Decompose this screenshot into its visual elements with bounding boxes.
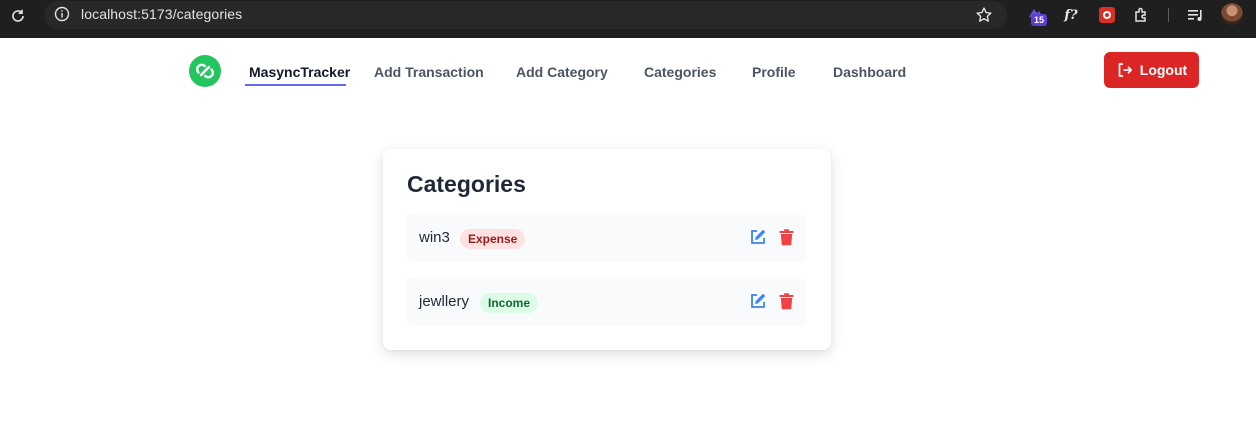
media-queue-icon[interactable] xyxy=(1185,4,1207,26)
page-title: Categories xyxy=(407,171,526,197)
url-text[interactable]: localhost:5173/categories xyxy=(81,6,242,22)
active-nav-underline xyxy=(245,84,346,86)
category-type-badge: Income xyxy=(480,293,539,313)
nav-add-transaction[interactable]: Add Transaction xyxy=(374,64,484,80)
extension-f-icon[interactable]: f? xyxy=(1060,4,1082,26)
site-info-icon[interactable] xyxy=(53,5,71,23)
edit-icon[interactable] xyxy=(749,292,767,310)
edit-icon[interactable] xyxy=(749,228,767,246)
category-type-badge: Expense xyxy=(460,229,526,249)
puzzle-icon[interactable] xyxy=(1131,4,1153,26)
category-name: win3 xyxy=(419,229,450,246)
reload-icon[interactable] xyxy=(6,4,30,28)
nav-brand-link[interactable]: MasyncTracker xyxy=(249,64,350,80)
extension-badge: 15 xyxy=(1031,14,1047,26)
categories-card: Categories win3 Expense jewllery Income xyxy=(383,149,831,350)
profile-avatar[interactable] xyxy=(1221,3,1243,25)
nav-add-category[interactable]: Add Category xyxy=(516,64,608,80)
extension-red-icon[interactable] xyxy=(1096,4,1118,26)
category-row: win3 Expense xyxy=(407,214,806,262)
nav-profile[interactable]: Profile xyxy=(752,64,796,80)
toolbar-separator xyxy=(1168,8,1169,22)
app-navbar: MasyncTracker Add Transaction Add Catego… xyxy=(0,38,1256,104)
trash-icon[interactable] xyxy=(778,228,794,246)
browser-toolbar: localhost:5173/categories 15 f? xyxy=(0,0,1256,38)
nav-categories[interactable]: Categories xyxy=(644,64,716,80)
bookmark-star-icon[interactable] xyxy=(973,4,995,26)
trash-icon[interactable] xyxy=(778,292,794,310)
logout-icon xyxy=(1118,63,1132,77)
nav-dashboard[interactable]: Dashboard xyxy=(833,64,906,80)
category-row: jewllery Income xyxy=(407,278,806,326)
brand-logo-icon[interactable] xyxy=(189,55,221,87)
logout-button[interactable]: Logout xyxy=(1104,52,1199,88)
logout-label: Logout xyxy=(1139,62,1188,78)
category-name: jewllery xyxy=(419,293,470,310)
